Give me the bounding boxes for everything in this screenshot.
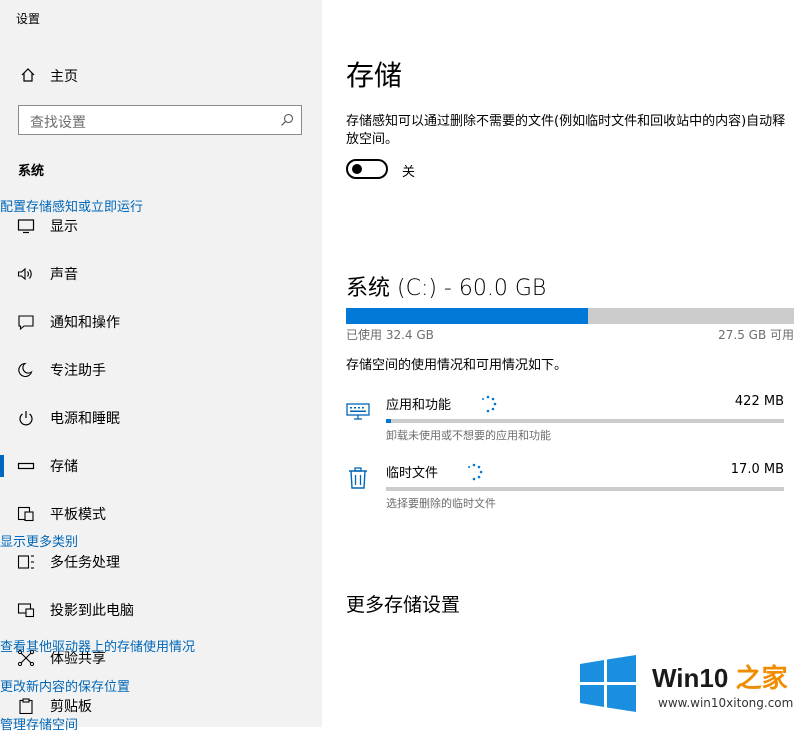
sidebar-item-label: 存储: [50, 459, 78, 475]
drive-usage-bar: [346, 308, 794, 324]
sidebar-item-label: 电源和睡眠: [50, 411, 120, 427]
sidebar-item-label: 多任务处理: [50, 555, 120, 571]
windows-logo-icon: [580, 655, 636, 712]
sidebar: 设置 主页 查找设置 系统 显示 声音 通知和操作 专注助手 电源和睡眠 存储 …: [0, 0, 322, 727]
watermark-brand-prefix: Win10: [652, 663, 729, 693]
keyboard-icon: [346, 403, 370, 420]
sidebar-item-focus-assist[interactable]: 专注助手: [0, 350, 322, 390]
sidebar-item-tablet-mode[interactable]: 平板模式: [0, 494, 322, 534]
toggle-knob: [352, 164, 362, 174]
trash-icon: [349, 467, 367, 489]
speaker-icon: [17, 267, 32, 281]
moon-icon: [18, 362, 33, 378]
sidebar-item-notifications[interactable]: 通知和操作: [0, 302, 322, 342]
configure-storage-sense-link[interactable]: 配置存储感知或立即运行: [0, 196, 143, 215]
sidebar-item-label: 声音: [50, 267, 78, 283]
search-placeholder: 查找设置: [30, 115, 86, 131]
storage-sense-description: 存储感知可以通过删除不需要的文件(例如临时文件和回收站中的内容)自动释放空间。: [346, 114, 786, 147]
category-name: 临时文件: [386, 466, 439, 481]
watermark-brand: Win10 之家: [652, 658, 788, 695]
clipboard-icon: [19, 698, 33, 714]
category-temporary-files[interactable]: 临时文件 17.0 MB 选择要删除的临时文件: [346, 462, 786, 522]
category-usage-bar: [386, 419, 784, 423]
category-subtitle: 选择要删除的临时文件: [386, 497, 496, 510]
loading-spinner-icon: [482, 395, 497, 413]
sidebar-item-label: 专注助手: [50, 363, 106, 379]
category-usage-bar: [386, 487, 784, 491]
watermark-url: www.win10xitong.com: [658, 696, 794, 710]
manage-storage-spaces-link[interactable]: 管理存储空间: [0, 714, 78, 733]
sidebar-item-label: 平板模式: [50, 507, 106, 523]
watermark-brand-suffix: 之家: [728, 663, 788, 693]
sidebar-item-label: 投影到此电脑: [50, 603, 134, 619]
sidebar-item-label: 显示: [50, 219, 78, 235]
category-size: 17.0 MB: [730, 462, 784, 477]
drive-free-label: 27.5 GB 可用: [718, 328, 794, 342]
power-icon: [19, 411, 33, 426]
page-title: 存储: [346, 59, 403, 92]
search-input[interactable]: 查找设置: [18, 105, 302, 135]
change-save-location-link[interactable]: 更改新内容的保存位置: [0, 676, 130, 695]
category-size: 422 MB: [734, 394, 784, 409]
projection-icon: [17, 603, 35, 618]
home-label: 主页: [50, 69, 78, 85]
tablet-mode-icon: [17, 506, 34, 522]
multitasking-icon: [17, 555, 34, 569]
drive-usage-fill: [346, 308, 588, 324]
drive-title: 系统 (C:) - 60.0 GB: [346, 276, 547, 301]
notification-icon: [18, 315, 34, 330]
monitor-icon: [17, 219, 35, 234]
home-nav-item[interactable]: 主页: [0, 62, 322, 88]
storage-sense-toggle[interactable]: [346, 159, 388, 179]
sidebar-item-label: 剪贴板: [50, 699, 92, 715]
category-apps-features[interactable]: 应用和功能 422 MB 卸载未使用或不想要的应用和功能: [346, 394, 786, 454]
usage-description: 存储空间的使用情况和可用情况如下。: [346, 358, 568, 373]
show-more-categories-link[interactable]: 显示更多类别: [0, 531, 78, 550]
view-other-drives-link[interactable]: 查看其他驱动器上的存储使用情况: [0, 636, 195, 655]
loading-spinner-icon: [468, 463, 483, 481]
more-storage-settings-heading: 更多存储设置: [346, 594, 461, 616]
toggle-state-label: 关: [402, 165, 416, 180]
sidebar-item-storage[interactable]: 存储: [0, 446, 322, 486]
drive-used-label: 已使用 32.4 GB: [346, 328, 434, 342]
watermark: Win10 之家 www.win10xitong.com: [578, 654, 810, 727]
category-usage-fill: [386, 419, 391, 423]
home-icon: [21, 68, 35, 82]
category-subtitle: 卸载未使用或不想要的应用和功能: [386, 429, 551, 442]
category-name: 应用和功能: [386, 398, 452, 413]
search-icon[interactable]: [280, 113, 294, 127]
sidebar-item-sound[interactable]: 声音: [0, 254, 322, 294]
section-heading-system: 系统: [18, 164, 45, 179]
active-indicator: [0, 455, 4, 477]
app-title: 设置: [16, 12, 41, 26]
storage-icon: [17, 462, 35, 470]
sidebar-item-project-to-pc[interactable]: 投影到此电脑: [0, 590, 322, 630]
sidebar-item-label: 通知和操作: [50, 315, 120, 331]
sidebar-item-power-sleep[interactable]: 电源和睡眠: [0, 398, 322, 438]
